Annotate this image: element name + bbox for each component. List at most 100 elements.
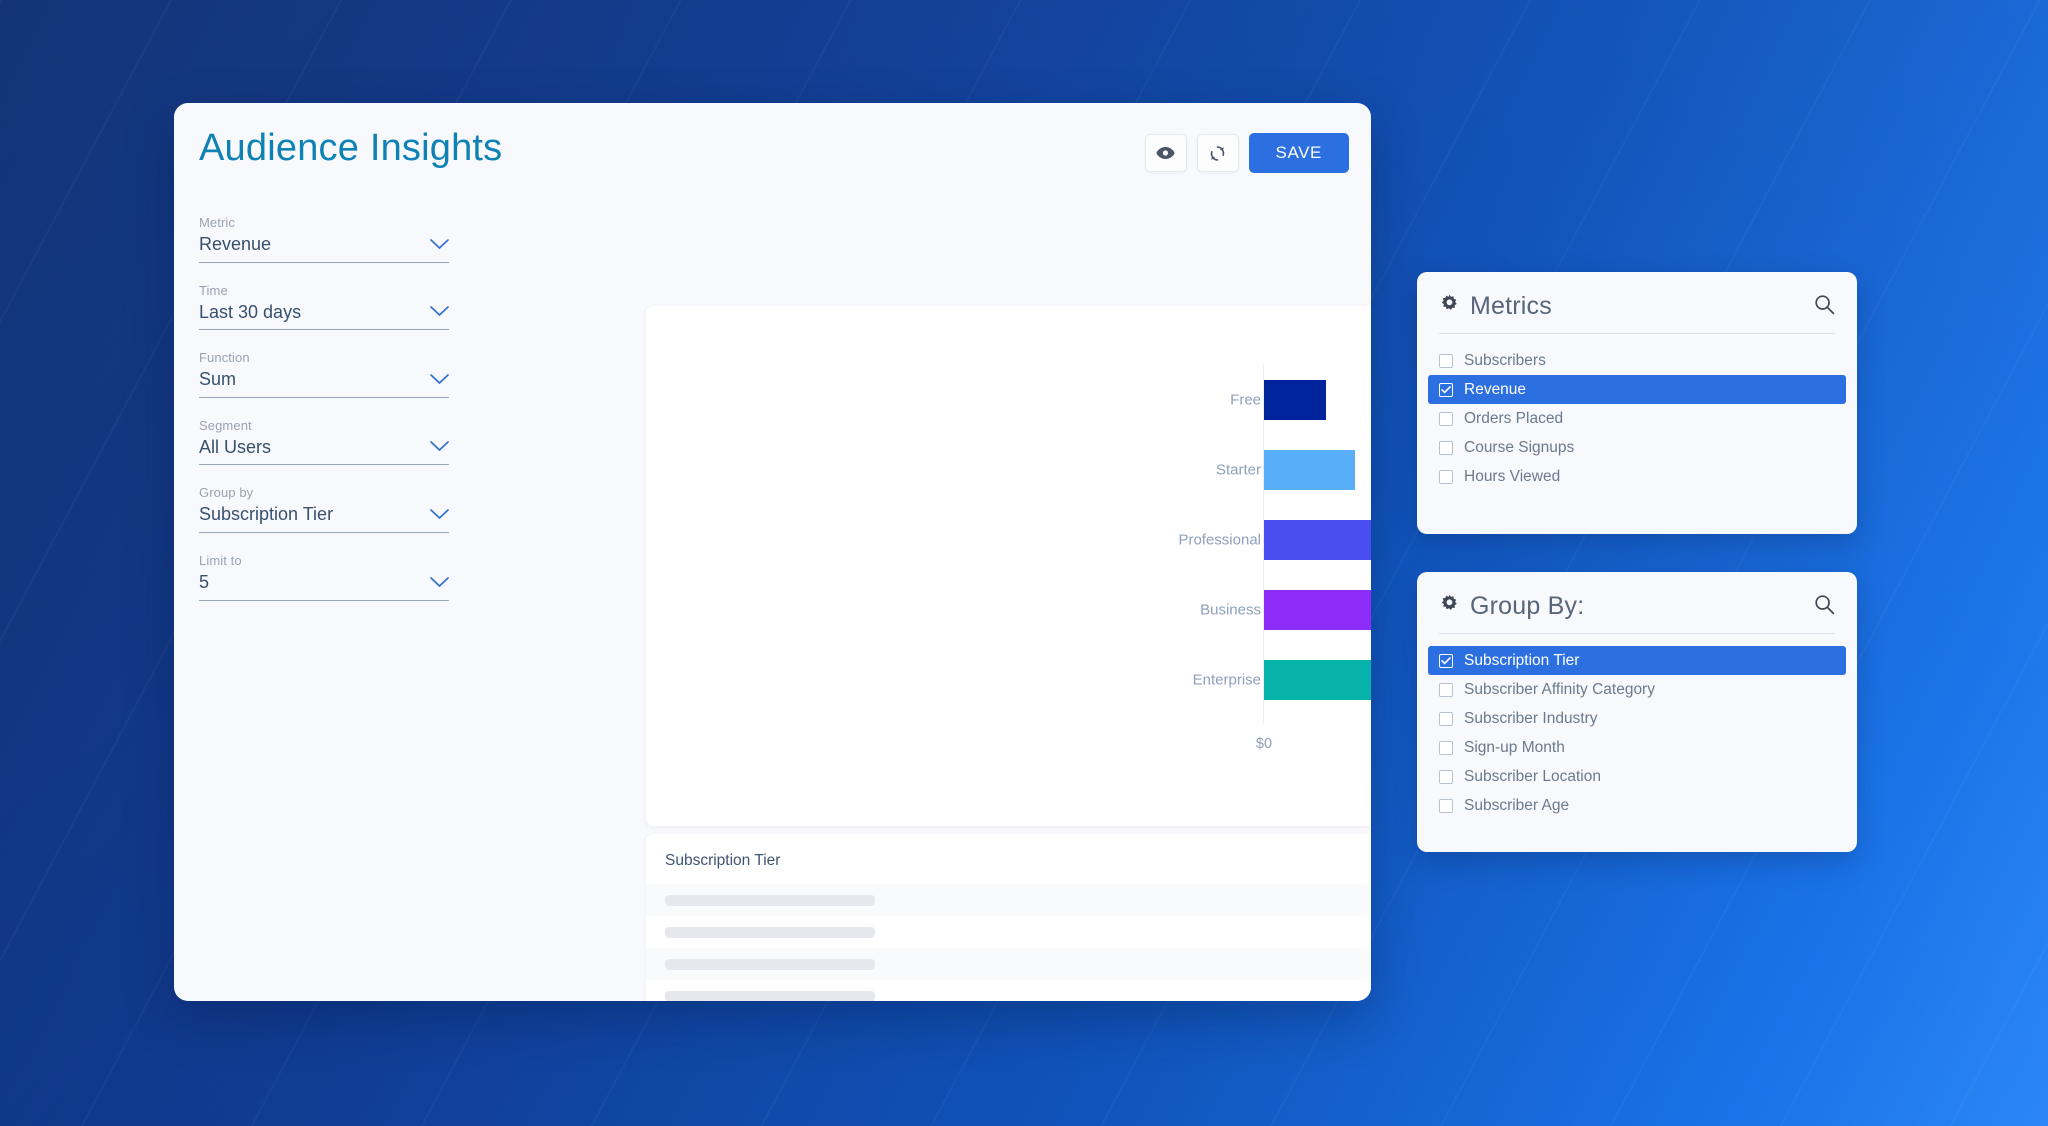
chevron-down-icon[interactable]: [430, 237, 449, 255]
filter-function-value: Sum: [199, 369, 237, 390]
filter-time[interactable]: Time Last 30 days: [199, 283, 449, 331]
filter-group-by[interactable]: Group by Subscription Tier: [199, 485, 449, 533]
chevron-down-icon[interactable]: [430, 304, 449, 322]
checkbox-unchecked-icon[interactable]: [1439, 682, 1453, 697]
filter-time-value: Last 30 days: [199, 301, 302, 322]
group-by-list: Subscription Tier Subscriber Affinity Ca…: [1417, 634, 1857, 820]
group-by-item-label: Subscriber Industry: [1464, 709, 1598, 727]
bar-enterprise[interactable]: [1264, 660, 1371, 700]
category-label-free: Free: [1230, 391, 1261, 409]
filter-metric-value: Revenue: [199, 234, 272, 254]
card-header: Audience Insights SAVE: [174, 103, 1371, 195]
refresh-button[interactable]: [1196, 134, 1239, 172]
group-by-item-label: Subscriber Age: [1464, 796, 1570, 814]
filter-metric-label: Metric: [199, 215, 235, 230]
group-by-item-label: Subscriber Location: [1464, 767, 1601, 785]
metrics-item-label: Revenue: [1464, 380, 1527, 398]
metrics-list: Subscribers Revenue Orders Placed Course…: [1417, 334, 1857, 491]
group-by-panel: Group By: Subscription Tier Subscriber A…: [1417, 572, 1857, 852]
row-name-placeholder: [665, 990, 875, 1001]
filter-segment-value: All Users: [199, 436, 272, 457]
results-table: Subscription Tier Revenue: [646, 834, 1371, 1001]
checkbox-unchecked-icon[interactable]: [1439, 440, 1453, 455]
gear-icon: [1439, 594, 1460, 620]
search-icon[interactable]: [1814, 594, 1835, 615]
gear-icon: [1439, 294, 1460, 320]
chevron-down-icon[interactable]: [430, 439, 449, 457]
bar-professional[interactable]: [1264, 520, 1371, 560]
eye-icon: [1156, 146, 1175, 160]
group-by-item-subscriber-industry[interactable]: Subscriber Industry: [1417, 704, 1857, 733]
plot: Free Starter Professional Business Enter…: [646, 364, 1371, 858]
filter-metric[interactable]: Metric Revenue: [199, 215, 449, 263]
refresh-icon: [1208, 144, 1227, 163]
category-label-business: Business: [1200, 601, 1261, 619]
metrics-panel: Metrics Subscribers Revenue Orders Place…: [1417, 272, 1857, 534]
plot-area: $0 $25,000 $50,000 $75,000 100,000 $125,…: [1256, 364, 1371, 752]
metrics-item-course-signups[interactable]: Course Signups: [1417, 433, 1857, 462]
checkbox-unchecked-icon[interactable]: [1439, 740, 1453, 755]
table-row[interactable]: [646, 884, 1371, 916]
table-row[interactable]: [646, 980, 1371, 1001]
checkbox-unchecked-icon[interactable]: [1439, 711, 1453, 726]
filter-limit-to-label: Limit to: [199, 552, 242, 568]
checkbox-unchecked-icon[interactable]: [1439, 769, 1453, 784]
group-by-item-subscriber-age[interactable]: Subscriber Age: [1417, 791, 1857, 820]
checkbox-unchecked-icon[interactable]: [1439, 411, 1453, 426]
save-button[interactable]: SAVE: [1248, 133, 1349, 173]
chevron-down-icon[interactable]: [430, 372, 449, 390]
table-header-row: Subscription Tier Revenue: [646, 834, 1371, 884]
report-builder-card: Audience Insights SAVE Metric Revenue Ti…: [174, 103, 1371, 1001]
chart-panel: Free Starter Professional Business Enter…: [646, 306, 1371, 858]
filter-group-by-value: Subscription Tier: [199, 504, 334, 525]
group-by-panel-title: Group By:: [1470, 592, 1585, 620]
filter-function-label: Function: [199, 350, 250, 366]
group-by-item-subscriber-location[interactable]: Subscriber Location: [1417, 762, 1857, 791]
chevron-down-icon[interactable]: [430, 575, 449, 593]
group-by-item-sign-up-month[interactable]: Sign-up Month: [1417, 733, 1857, 762]
filter-group-by-label: Group by: [199, 485, 254, 501]
checkbox-unchecked-icon[interactable]: [1439, 469, 1453, 484]
checkbox-unchecked-icon[interactable]: [1439, 353, 1453, 368]
metrics-item-label: Hours Viewed: [1464, 467, 1561, 485]
metrics-item-hours-viewed[interactable]: Hours Viewed: [1417, 462, 1857, 491]
category-label-professional: Professional: [1178, 531, 1261, 549]
bar-business[interactable]: [1264, 590, 1371, 630]
row-name-placeholder: [665, 926, 875, 938]
metrics-panel-title: Metrics: [1470, 292, 1552, 320]
group-by-item-label: Sign-up Month: [1464, 738, 1565, 756]
checkbox-unchecked-icon[interactable]: [1439, 798, 1453, 813]
metrics-item-orders-placed[interactable]: Orders Placed: [1417, 404, 1857, 433]
xtick-0: $0: [1255, 736, 1273, 752]
table-column-header-group: Subscription Tier: [665, 852, 781, 869]
group-by-item-subscription-tier[interactable]: Subscription Tier: [1428, 646, 1846, 675]
group-by-item-label: Subscriber Affinity Category: [1464, 680, 1655, 698]
checkbox-checked-icon[interactable]: [1439, 382, 1453, 397]
checkbox-checked-icon[interactable]: [1439, 653, 1453, 668]
category-axis: Free Starter Professional Business Enter…: [646, 364, 1261, 724]
metrics-item-revenue[interactable]: Revenue: [1428, 375, 1846, 404]
preview-button[interactable]: [1144, 134, 1187, 172]
table-row[interactable]: [646, 916, 1371, 948]
filter-limit-to[interactable]: Limit to 5: [199, 553, 449, 601]
bar-starter[interactable]: [1264, 450, 1355, 490]
header-actions: SAVE: [1144, 133, 1349, 173]
group-by-panel-header: Group By:: [1417, 572, 1857, 621]
filter-time-label: Time: [199, 282, 228, 298]
chevron-down-icon[interactable]: [430, 507, 449, 525]
category-label-starter: Starter: [1215, 461, 1261, 479]
metrics-item-subscribers[interactable]: Subscribers: [1417, 346, 1857, 375]
table-row[interactable]: [646, 948, 1371, 980]
row-name-placeholder: [665, 958, 875, 970]
metrics-item-label: Subscribers: [1464, 351, 1546, 369]
bar-free[interactable]: [1264, 380, 1326, 420]
filter-limit-to-value: 5: [199, 571, 210, 592]
group-by-item-subscriber-affinity-category[interactable]: Subscriber Affinity Category: [1417, 675, 1857, 704]
filter-segment[interactable]: Segment All Users: [199, 418, 449, 466]
metrics-item-label: Course Signups: [1464, 438, 1575, 456]
filter-function[interactable]: Function Sum: [199, 350, 449, 398]
filter-rail: Metric Revenue Time Last 30 days Functio…: [199, 215, 449, 621]
search-icon[interactable]: [1814, 294, 1835, 315]
metrics-item-label: Orders Placed: [1464, 409, 1564, 427]
row-name-placeholder: [665, 894, 875, 906]
